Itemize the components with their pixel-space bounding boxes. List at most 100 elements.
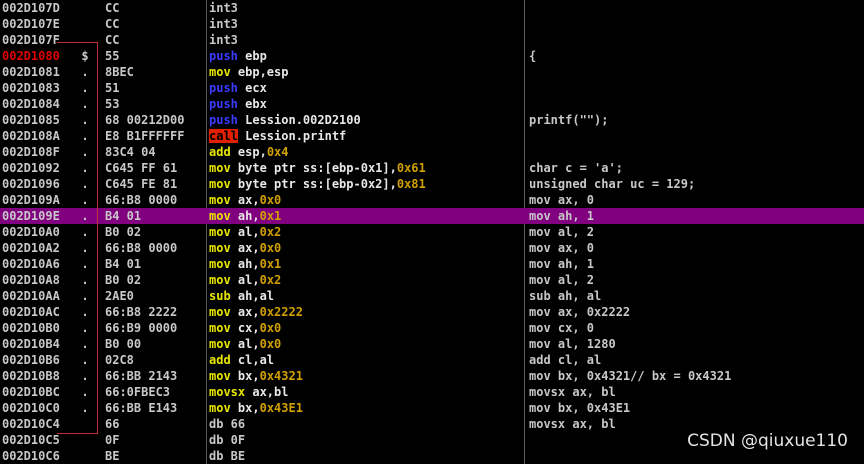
instruction-mnemonic: sub (209, 289, 231, 303)
instruction-mnemonic: mov (209, 161, 231, 175)
instruction-operand: 0x0 (259, 337, 282, 351)
disasm-row[interactable]: 002D10B0. 66:B9 0000 mov cx,0x0 mov cx, 0 (0, 320, 864, 336)
hex-bytes-cell: CC (105, 33, 120, 47)
instruction-cell: mov ax,0x2222 (209, 304, 303, 320)
comment-cell: mov ah, 1 (529, 257, 595, 271)
address-cell: 002D1080 (2, 49, 60, 63)
comment-cell: mov ax, 0 (529, 241, 595, 255)
instruction-mnemonic: mov (209, 273, 231, 287)
address-cell: 002D107D (2, 1, 60, 15)
instruction-operand: ebp,esp (230, 65, 289, 79)
instruction-cell: mov ebp,esp (209, 64, 288, 80)
instruction-operand: 0x2222 (259, 305, 303, 319)
instruction-operand: ax, (230, 193, 260, 207)
instruction-operand: 0x81 (396, 177, 426, 191)
disasm-row[interactable]: 002D107E CC int3 (0, 16, 864, 32)
hex-bytes-cell: 53 (105, 97, 120, 111)
instruction-operand: cx, (230, 321, 260, 335)
address-cell: 002D1084 (2, 97, 60, 111)
disasm-row[interactable]: 002D10C4 66 db 66 movsx ax, bl (0, 416, 864, 432)
hex-bytes-cell: CC (105, 1, 120, 15)
disassembly-view[interactable]: 002D107D CC int3 002D107E CC int3 002D107F CC in… (0, 0, 864, 464)
disasm-row[interactable]: 002D108A. E8 B1FFFFFF call Lession.printf (0, 128, 864, 144)
instruction-cell: sub ah,al (209, 288, 274, 304)
instruction-operand: al, (230, 225, 260, 239)
instruction-cell: mov ah,0x1 (209, 256, 281, 272)
disasm-row[interactable]: 002D108F. 83C4 04 add esp,0x4 (0, 144, 864, 160)
hex-bytes-cell: B0 00 (105, 337, 142, 351)
instruction-mnemonic: mov (209, 401, 231, 415)
instruction-operand: 0x4321 (259, 369, 303, 383)
disasm-row[interactable]: 002D10A2. 66:B8 0000 mov ax,0x0 mov ax, 0 (0, 240, 864, 256)
instruction-mnemonic: int3 (209, 33, 238, 47)
hex-bytes-cell: C645 FE 81 (105, 177, 178, 191)
address-cell: 002D107F (2, 33, 60, 47)
instruction-operand: bx, (230, 369, 260, 383)
instruction-mnemonic: db BE (209, 449, 246, 463)
address-cell: 002D1096 (2, 177, 60, 191)
comment-cell: sub ah, al (529, 289, 602, 303)
disasm-row[interactable]: 002D1084. 53 push ebx (0, 96, 864, 112)
address-cell: 002D10C5 (2, 433, 60, 447)
instruction-cell: mov ah,0x1 (209, 208, 281, 224)
disasm-row[interactable]: 002D1092. C645 FF 61 mov byte ptr ss:[ebp-… (0, 160, 864, 176)
instruction-mnemonic: mov (209, 193, 231, 207)
disasm-row[interactable]: 002D109A. 66:B8 0000 mov ax,0x0 mov ax, 0 (0, 192, 864, 208)
hex-bytes-cell: B4 01 (105, 257, 142, 271)
comment-cell: mov ah, 1 (529, 209, 595, 223)
instruction-mnemonic: int3 (209, 17, 238, 31)
disasm-row[interactable]: 002D1083. 51 push ecx (0, 80, 864, 96)
instruction-operand: Lession.002D2100 (237, 113, 361, 127)
instruction-operand: byte ptr ss:[ebp-0x2], (230, 177, 397, 191)
comment-cell: unsigned char uc = 129; (529, 177, 696, 191)
instruction-cell: push Lession.002D2100 (209, 112, 361, 128)
instruction-operand: 0x4 (266, 145, 289, 159)
instruction-cell: int3 (209, 16, 238, 32)
disasm-row[interactable]: 002D10B6. 02C8 add cl,al add cl, al (0, 352, 864, 368)
disasm-row[interactable]: 002D10B8. 66:BB 2143 mov bx,0x4321 mov bx, … (0, 368, 864, 384)
comment-cell: printf(""); (529, 113, 609, 127)
instruction-operand: 0x0 (259, 321, 282, 335)
instruction-mnemonic: movsx (209, 385, 246, 399)
address-cell: 002D109E (2, 209, 60, 223)
hex-bytes-cell: C645 FF 61 (105, 161, 178, 175)
instruction-operand: ax, (230, 305, 260, 319)
instruction-mnemonic: mov (209, 177, 231, 191)
instruction-cell: push ebp (209, 48, 267, 64)
instruction-mnemonic: mov (209, 321, 231, 335)
disasm-row[interactable]: 002D10A6. B4 01 mov ah,0x1 mov ah, 1 (0, 256, 864, 272)
disasm-row[interactable]: 002D1081. 8BEC mov ebp,esp (0, 64, 864, 80)
disasm-row[interactable]: 002D10A8. B0 02 mov al,0x2 mov al, 2 (0, 272, 864, 288)
disasm-row[interactable]: 002D10B4. B0 00 mov al,0x0 mov al, 1280 (0, 336, 864, 352)
address-cell: 002D1092 (2, 161, 60, 175)
disasm-row[interactable]: 002D107F CC int3 (0, 32, 864, 48)
disasm-row[interactable]: 002D10AC. 66:B8 2222 mov ax,0x2222 mov ax, … (0, 304, 864, 320)
address-cell: 002D10B0 (2, 321, 60, 335)
address-cell: 002D10A2 (2, 241, 60, 255)
disasm-row[interactable]: 002D1096. C645 FE 81 mov byte ptr ss:[ebp-… (0, 176, 864, 192)
instruction-operand: cl,al (230, 353, 275, 367)
instruction-cell: mov ax,0x0 (209, 240, 281, 256)
instruction-cell: mov cx,0x0 (209, 320, 281, 336)
hex-bytes-cell: 66:B8 0000 (105, 241, 178, 255)
disasm-row[interactable]: 002D10BC. 66:0FBEC3 movsx ax,bl movsx ax, b… (0, 384, 864, 400)
instruction-cell: mov byte ptr ss:[ebp-0x1],0x61 (209, 160, 426, 176)
address-cell: 002D10A6 (2, 257, 60, 271)
disasm-row[interactable]: 002D109E. B4 01 mov ah,0x1 mov ah, 1 (0, 208, 864, 224)
address-cell: 002D1085 (2, 113, 60, 127)
instruction-cell: add cl,al (209, 352, 274, 368)
instruction-cell: call Lession.printf (209, 128, 346, 144)
disasm-row[interactable]: 002D10A0. B0 02 mov al,0x2 mov al, 2 (0, 224, 864, 240)
disasm-row[interactable]: 002D107D CC int3 (0, 0, 864, 16)
instruction-mnemonic: db 0F (209, 433, 246, 447)
disasm-row[interactable]: 002D1085. 68 00212D00 push Lession.002D210… (0, 112, 864, 128)
instruction-operand: 0x2 (259, 273, 282, 287)
address-cell: 002D10BC (2, 385, 60, 399)
comment-cell: add cl, al (529, 353, 602, 367)
instruction-operand: ax, (230, 241, 260, 255)
address-cell: 002D108F (2, 145, 60, 159)
disasm-row[interactable]: 002D1080 $55 push ebp{ (0, 48, 864, 64)
disasm-row[interactable]: 002D10C0. 66:BB E143 mov bx,0x43E1 mov bx, … (0, 400, 864, 416)
disasm-row[interactable]: 002D10AA. 2AE0 sub ah,al sub ah, al (0, 288, 864, 304)
hex-bytes-cell: 66:B8 2222 (105, 305, 178, 319)
